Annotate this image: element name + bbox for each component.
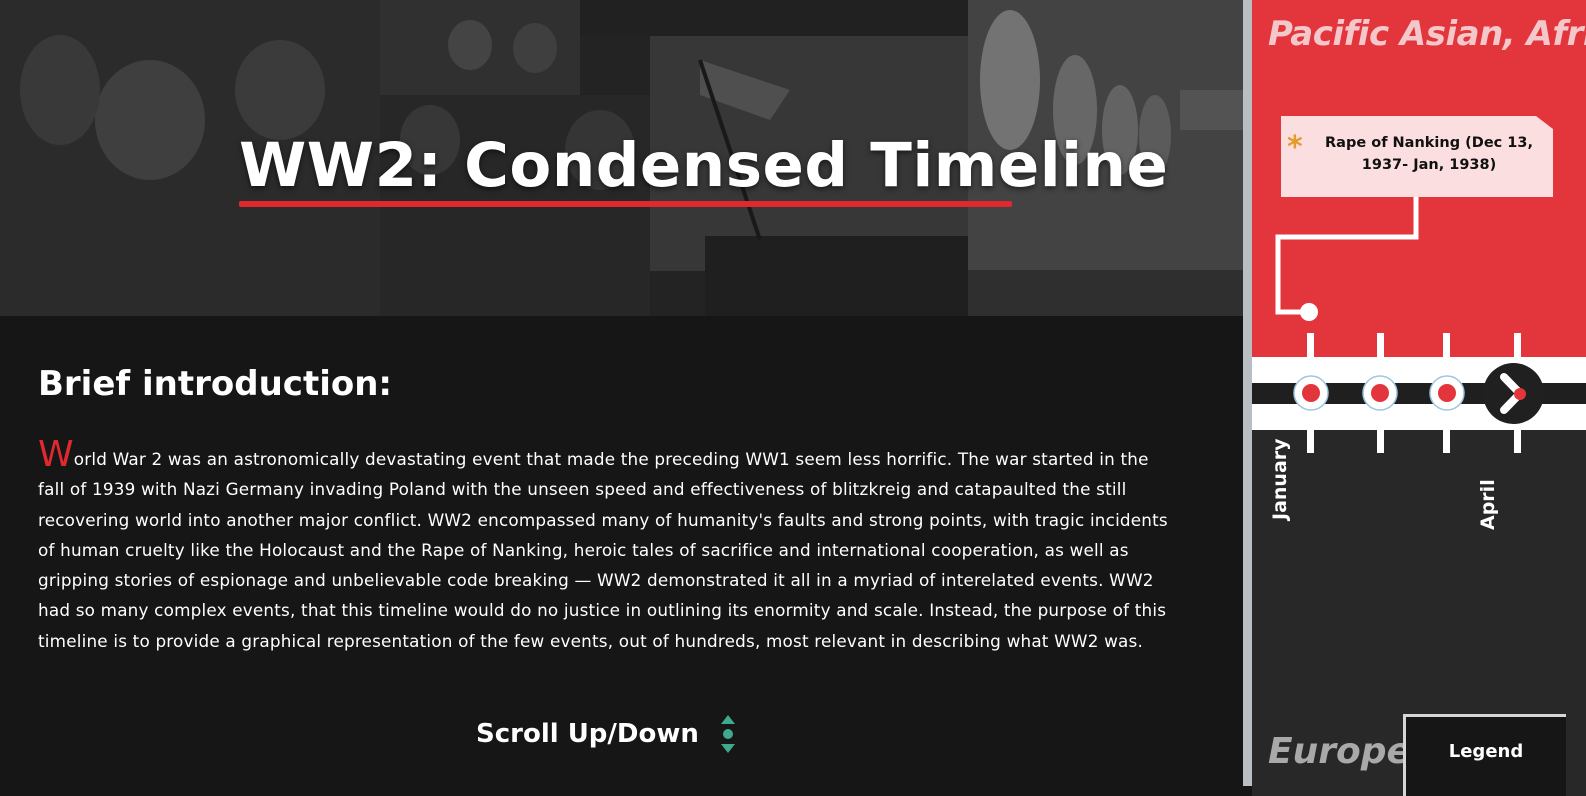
region-label-bottom: Europe — [1268, 731, 1411, 772]
scroll-hint: Scroll Up/Down — [476, 713, 737, 755]
scroll-up-down-icon — [719, 713, 737, 755]
hero-banner: WW2: Condensed Timeline — [0, 0, 1243, 316]
page-title: WW2: Condensed Timeline — [239, 130, 1169, 201]
scroll-hint-label: Scroll Up/Down — [476, 719, 699, 749]
main-content: WW2: Condensed Timeline Brief introducti… — [0, 0, 1243, 796]
drop-cap: W — [38, 434, 74, 475]
month-label-january: January — [1269, 438, 1291, 520]
title-underline — [239, 201, 1012, 207]
event-card[interactable]: * Rape of Nanking (Dec 13, 1937- Jan, 19… — [1281, 116, 1553, 197]
scrollbar[interactable] — [1243, 0, 1252, 786]
intro-paragraph: World War 2 was an astronomically devast… — [38, 437, 1168, 656]
scrollbar-gap — [1243, 786, 1252, 796]
chevron-right-icon — [1483, 363, 1544, 424]
region-label-top: Pacific Asian, Africa — [1268, 14, 1586, 54]
intro-text: orld War 2 was an astronomically devasta… — [38, 449, 1168, 651]
month-label-april: April — [1477, 479, 1499, 530]
timeline-panel: Pacific Asian, Africa * Rape of Nanking … — [1252, 0, 1586, 796]
timeline-node[interactable] — [1429, 375, 1465, 411]
timeline-node[interactable] — [1362, 375, 1398, 411]
intro-heading: Brief introduction: — [38, 364, 393, 404]
event-title: Rape of Nanking (Dec 13, 1937- Jan, 1938… — [1325, 135, 1533, 173]
legend-label: Legend — [1448, 741, 1524, 762]
timeline-next-button[interactable] — [1483, 363, 1544, 424]
star-icon: * — [1287, 130, 1303, 165]
legend-button[interactable]: Legend — [1403, 714, 1566, 796]
timeline-node[interactable] — [1293, 375, 1329, 411]
